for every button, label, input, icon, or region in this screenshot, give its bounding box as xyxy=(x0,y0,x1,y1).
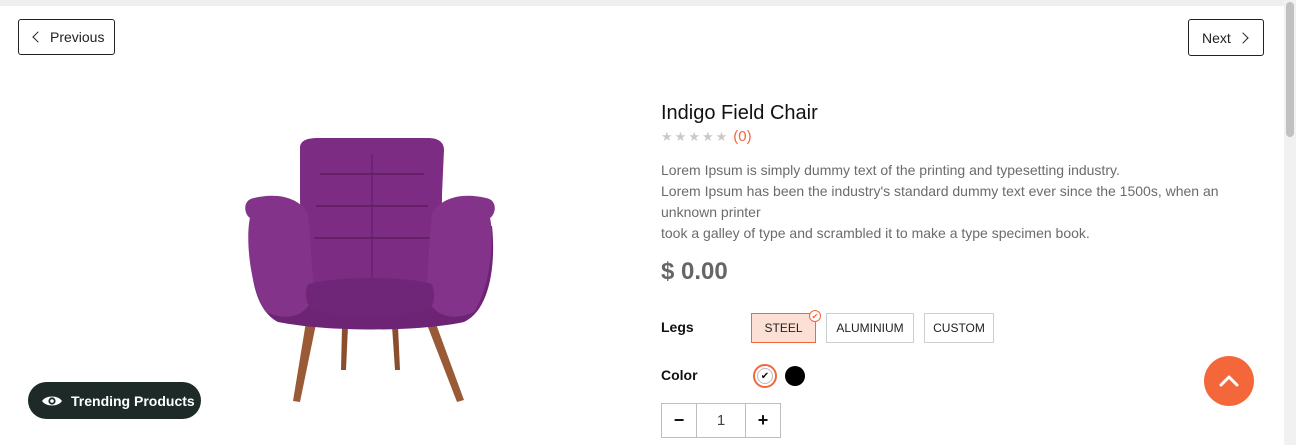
previous-label: Previous xyxy=(50,29,105,45)
product-price: $ 0.00 xyxy=(661,258,728,285)
page-scrollbar[interactable] xyxy=(1284,0,1296,445)
description-line: took a galley of type and scrambled it t… xyxy=(661,225,1090,241)
color-swatch-white[interactable]: ✔ xyxy=(753,364,777,388)
description-line: Lorem Ipsum has been the industry's stan… xyxy=(661,183,1219,220)
star-icon: ★ xyxy=(715,128,728,144)
trending-products-button[interactable]: Trending Products xyxy=(28,382,201,419)
legs-label: Legs xyxy=(661,319,694,335)
color-label: Color xyxy=(661,367,698,383)
next-button[interactable]: Next xyxy=(1188,19,1264,56)
quantity-decrease-button[interactable]: − xyxy=(662,404,696,437)
eye-icon xyxy=(42,396,62,405)
chevron-right-icon xyxy=(1237,31,1249,44)
quantity-increase-button[interactable]: + xyxy=(746,404,780,437)
product-image xyxy=(245,138,495,402)
star-icon: ★ xyxy=(701,128,714,144)
review-count[interactable]: (0) xyxy=(733,128,751,145)
quantity-stepper: − 1 + xyxy=(661,403,781,438)
product-rating[interactable]: ★ ★ ★ ★ ★ (0) xyxy=(661,128,752,145)
check-icon: ✔ xyxy=(809,310,821,322)
legs-option-aluminium[interactable]: ALUMINIUM xyxy=(826,313,914,343)
chevron-up-icon xyxy=(1219,375,1239,387)
chevron-left-icon xyxy=(32,31,44,43)
scrollbar-thumb[interactable] xyxy=(1286,2,1294,137)
previous-button[interactable]: Previous xyxy=(18,19,115,55)
scroll-to-top-button[interactable] xyxy=(1204,356,1254,406)
star-icon: ★ xyxy=(661,128,673,144)
check-icon: ✔ xyxy=(757,368,773,384)
quantity-input[interactable]: 1 xyxy=(696,404,746,437)
product-description: Lorem Ipsum is simply dummy text of the … xyxy=(661,160,1251,244)
product-title: Indigo Field Chair xyxy=(661,102,818,124)
next-label: Next xyxy=(1202,29,1231,46)
color-swatch-black[interactable] xyxy=(785,366,805,386)
legs-option-label: STEEL xyxy=(764,321,803,335)
star-icon: ★ xyxy=(674,128,687,144)
trending-products-label: Trending Products xyxy=(71,392,195,409)
description-line: Lorem Ipsum is simply dummy text of the … xyxy=(661,162,1120,178)
star-icon: ★ xyxy=(688,128,700,144)
legs-option-label: CUSTOM xyxy=(933,321,985,335)
legs-option-label: ALUMINIUM xyxy=(836,321,904,335)
legs-option-custom[interactable]: CUSTOM xyxy=(924,313,994,343)
top-border xyxy=(0,0,1284,6)
legs-option-steel[interactable]: STEEL ✔ xyxy=(751,310,821,343)
